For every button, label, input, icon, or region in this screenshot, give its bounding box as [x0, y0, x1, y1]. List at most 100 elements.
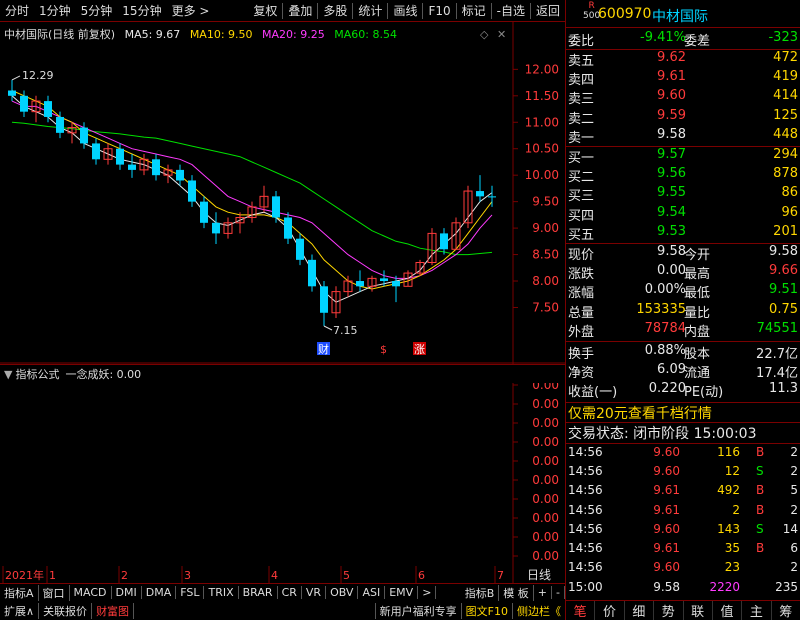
close-icon: ✕	[497, 28, 506, 41]
xaxis-label: 6	[418, 569, 425, 582]
stat-label: 涨跌	[568, 267, 595, 283]
indicator-tab-4[interactable]: DMA	[142, 586, 177, 599]
candle-body	[116, 148, 124, 165]
quote-tab-0[interactable]: 笔	[566, 601, 596, 620]
quote-tab-7[interactable]: 筹	[772, 601, 800, 620]
status-right-2[interactable]: 侧边栏《	[512, 602, 565, 619]
diamond-icon: ◇	[480, 28, 489, 41]
candle-body	[380, 278, 388, 282]
toolbar-period-2[interactable]: 5分钟	[76, 2, 118, 19]
indicator-tab-12[interactable]: EMV	[385, 586, 419, 599]
tick-row: 14:56 9.60 12 S 2	[566, 464, 800, 482]
fund-label: 净资	[568, 366, 595, 382]
indicator-tab-2[interactable]: MACD	[70, 586, 112, 599]
toolbar-button-5[interactable]: F10	[423, 4, 455, 18]
indicator-tick-label: 0.00	[532, 383, 559, 392]
indicator-tab-13[interactable]: >	[418, 586, 437, 599]
tick-time: 14:56	[568, 483, 603, 498]
indicator-tab-15[interactable]: 模 板	[499, 584, 534, 601]
quote-tab-3[interactable]: 势	[654, 601, 684, 620]
toolbar-period-4[interactable]: 更多 >	[167, 2, 215, 19]
indicator-tab-8[interactable]: CR	[278, 586, 302, 599]
price-tick-label: 11.00	[525, 115, 559, 129]
indicator-tab-16[interactable]: +	[534, 586, 553, 599]
quote-tab-1[interactable]: 价	[595, 601, 625, 620]
candle-body	[56, 116, 64, 133]
indicator-tab-5[interactable]: FSL	[176, 586, 205, 599]
ask-price: 9.59	[657, 107, 686, 123]
fund-label-2: PE(动)	[684, 385, 724, 401]
status-left-1[interactable]: 关联报价	[39, 602, 93, 619]
toolbar-period-1[interactable]: 1分钟	[34, 2, 76, 19]
promo-link[interactable]: 仅需20元查看千档行情	[568, 403, 712, 423]
toolbar-button-4[interactable]: 画线	[388, 2, 422, 19]
trade-status-row: 交易状态: 闭市阶段 15:00:03	[566, 423, 800, 442]
event-marker-cai: 财	[318, 342, 329, 356]
indicator-tick-label: 0.00	[532, 454, 559, 468]
xaxis-period-label: 日线	[527, 568, 551, 582]
toolbar-button-0[interactable]: 复权	[248, 2, 282, 19]
indicator-tab-11[interactable]: ASI	[358, 586, 386, 599]
toolbar-button-8[interactable]: 返回	[531, 2, 565, 19]
bid-label: 买二	[568, 170, 595, 186]
ma10-line	[11, 90, 493, 290]
toolbar-button-6[interactable]: 标记	[457, 2, 491, 19]
toolbar-button-1[interactable]: 叠加	[283, 2, 317, 19]
toolbar-button-2[interactable]: 多股	[318, 2, 352, 19]
bid-volume: 294	[773, 147, 798, 162]
date-axis: 2021年 1 2 3 4 5 6 7 日线	[2, 566, 551, 583]
xaxis-label: 2	[121, 569, 128, 582]
candle-body	[128, 164, 136, 170]
indicator-tab-6[interactable]: TRIX	[204, 586, 239, 599]
status-left-2[interactable]: 财富图	[92, 602, 135, 619]
event-marker-dollar: $	[380, 343, 387, 356]
xaxis-label: 1	[49, 569, 56, 582]
toolbar-period-0[interactable]: 分时	[0, 2, 34, 19]
indicator-tab-17[interactable]: -	[552, 586, 565, 599]
toolbar-button-7[interactable]: -自选	[492, 2, 530, 19]
indicator-title[interactable]: 指标公式	[15, 366, 59, 382]
ma60-label: MA60: 8.54	[334, 28, 397, 41]
toolbar-period-3[interactable]: 15分钟	[117, 2, 166, 19]
quote-tab-4[interactable]: 联	[684, 601, 713, 620]
status-left-0[interactable]: 扩展∧	[0, 602, 40, 619]
indicator-tab-0[interactable]: 指标A	[0, 584, 39, 601]
bid-price: 9.57	[657, 147, 686, 162]
candle-body	[92, 143, 100, 160]
tick-time: 14:56	[568, 444, 603, 459]
tick-volume: 12	[724, 463, 740, 478]
indicator-chart[interactable]: 0.00 0.00 0.00 0.00 0.00 0.00 0.00 0.00 0.00 0.00	[0, 383, 565, 566]
fund-value: 0.88%	[644, 343, 686, 358]
status-right-1[interactable]: 图文F10	[460, 602, 512, 619]
kline-chart[interactable]: ◇ ✕ 12.00 11.50 11.00 10.50 10.00 9.50 9.00 8.50 8…	[0, 22, 565, 364]
indicator-tab-1[interactable]: 窗口	[39, 584, 70, 601]
stats-row-4: 外盘 78784 内盘 74551	[566, 321, 800, 340]
candle-body	[488, 196, 496, 198]
tick-count: 2	[790, 560, 798, 575]
indicator-tab-9[interactable]: VR	[302, 586, 327, 599]
ask-label: 卖一	[568, 130, 595, 146]
indicator-dropdown-icon[interactable]: ▼	[4, 368, 12, 381]
quote-tab-2[interactable]: 细	[625, 601, 655, 620]
indicator-tick-label: 0.00	[532, 549, 559, 563]
indicator-tab-7[interactable]: BRAR	[239, 586, 278, 599]
stat-value-2: 9.66	[769, 263, 798, 279]
price-tick-label: 12.00	[525, 62, 559, 76]
indicator-tab-14[interactable]: 指标B	[461, 584, 500, 601]
bid-price: 9.56	[657, 166, 686, 182]
fund-value: 0.220	[648, 381, 686, 397]
indicator-tab-3[interactable]: DMI	[112, 586, 142, 599]
tick-price: 9.61	[653, 541, 680, 556]
ma20-label: MA20: 9.25	[262, 28, 325, 41]
tick-volume: 492	[717, 483, 740, 498]
status-right-0[interactable]: 新用户福利专享	[374, 602, 461, 619]
ask-volume: 414	[773, 88, 798, 104]
quote-tab-6[interactable]: 主	[742, 601, 772, 620]
tick-row: 14:56 9.61 492 B 5	[566, 483, 800, 501]
bid-volume: 86	[781, 185, 798, 201]
tick-bs: S	[756, 521, 764, 536]
indicator-tab-10[interactable]: OBV	[326, 586, 359, 599]
quote-tab-5[interactable]: 值	[713, 601, 743, 620]
toolbar-button-3[interactable]: 统计	[353, 2, 387, 19]
fund-value-2: 22.7亿	[756, 347, 798, 362]
